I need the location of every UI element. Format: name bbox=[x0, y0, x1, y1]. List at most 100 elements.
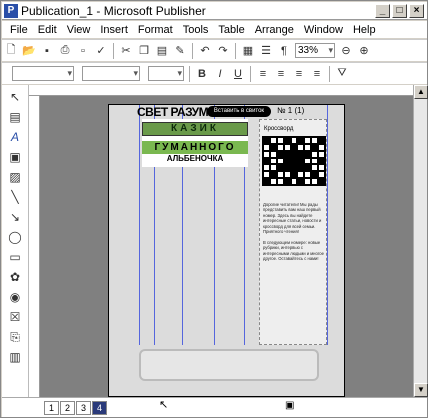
design-gallery-icon[interactable]: ▥ bbox=[7, 349, 23, 365]
window-title: Publication_1 - Microsoft Publisher bbox=[21, 3, 206, 18]
autoshapes-icon[interactable]: ✿ bbox=[7, 269, 23, 285]
window-controls: _ □ × bbox=[375, 4, 424, 18]
menu-insert[interactable]: Insert bbox=[95, 24, 133, 36]
copy-icon[interactable]: ❐ bbox=[136, 43, 152, 59]
format-painter-icon[interactable]: ✎ bbox=[172, 43, 188, 59]
menu-format[interactable]: Format bbox=[133, 24, 178, 36]
status-bar: 1 2 3 4 ↖ ▣ bbox=[2, 397, 427, 417]
scroll-down-button[interactable]: ▼ bbox=[414, 383, 428, 397]
paste-icon[interactable]: ▤ bbox=[154, 43, 170, 59]
line-icon[interactable]: ╲ bbox=[7, 189, 23, 205]
menu-bar: File Edit View Insert Format Tools Table… bbox=[2, 21, 427, 38]
vertical-scrollbar[interactable]: ▲ ▼ bbox=[413, 85, 428, 397]
masthead-text[interactable]: СВЕТ РАЗУМА bbox=[137, 105, 217, 119]
crossword-grid bbox=[262, 136, 326, 186]
close-button[interactable]: × bbox=[409, 4, 424, 18]
zoom-out-icon[interactable]: ⊖ bbox=[338, 43, 354, 59]
show-formatting-icon[interactable]: ¶ bbox=[276, 43, 292, 59]
column-guide bbox=[139, 105, 140, 345]
font-size-select[interactable] bbox=[148, 66, 184, 81]
align-right-icon[interactable]: ≡ bbox=[291, 66, 307, 82]
formatting-toolbar: B I U ≡ ≡ ≡ ≡ ⛛ bbox=[2, 62, 427, 84]
bold-icon[interactable]: B bbox=[194, 66, 210, 82]
align-left-icon[interactable]: ≡ bbox=[255, 66, 271, 82]
toolbar-separator bbox=[329, 65, 330, 82]
print-icon[interactable]: ⎙ bbox=[57, 43, 73, 59]
print-preview-icon[interactable]: ▫ bbox=[75, 43, 91, 59]
title-bar: P Publication_1 - Microsoft Publisher _ … bbox=[2, 2, 427, 20]
headline-line-1: КАЗИК bbox=[142, 122, 248, 136]
standard-toolbar: 🗋 📂 ▪ ⎙ ▫ ✓ ✂ ❐ ▤ ✎ ↶ ↷ ▦ ☰ ¶ 33% ⊖ ⊕ bbox=[2, 39, 427, 61]
toolbar-separator bbox=[189, 65, 190, 82]
page-4-button[interactable]: 4 bbox=[92, 401, 107, 415]
objects-toolbar: ↖ ▤ A ▣ ▨ ╲ ↘ ◯ ▭ ✿ ◉ ☒ ⎘ ▥ bbox=[2, 85, 29, 397]
align-center-icon[interactable]: ≡ bbox=[273, 66, 289, 82]
font-select[interactable] bbox=[82, 66, 140, 81]
select-icon[interactable]: ↖ bbox=[7, 89, 23, 105]
save-icon[interactable]: ▪ bbox=[39, 43, 55, 59]
justify-icon[interactable]: ≡ bbox=[309, 66, 325, 82]
open-icon[interactable]: 📂 bbox=[21, 43, 37, 59]
redo-icon[interactable]: ↷ bbox=[215, 43, 231, 59]
publisher-window: P Publication_1 - Microsoft Publisher _ … bbox=[0, 0, 428, 418]
insert-table-icon[interactable]: ▦ bbox=[240, 43, 256, 59]
underline-icon[interactable]: U bbox=[230, 66, 246, 82]
minimize-button[interactable]: _ bbox=[375, 4, 390, 18]
arrow-icon[interactable]: ↘ bbox=[7, 209, 23, 225]
headline-line-3: АЛЬБЕНОЧКА bbox=[166, 154, 224, 163]
cut-icon[interactable]: ✂ bbox=[118, 43, 134, 59]
menu-table[interactable]: Table bbox=[213, 24, 249, 36]
column-guide bbox=[327, 105, 328, 345]
vertical-ruler[interactable] bbox=[29, 96, 40, 397]
publication-page[interactable]: СВЕТ РАЗУМА Вставить в свиток № 1 (1) КА… bbox=[108, 104, 345, 397]
toolbar-separator bbox=[192, 42, 193, 59]
text-box-icon[interactable]: ▤ bbox=[7, 109, 23, 125]
body-text-2: В следующем номере: новые рубрики, интер… bbox=[263, 240, 324, 262]
menu-view[interactable]: View bbox=[62, 24, 96, 36]
menu-tools[interactable]: Tools bbox=[178, 24, 214, 36]
menu-edit[interactable]: Edit bbox=[33, 24, 62, 36]
style-select[interactable] bbox=[12, 66, 74, 81]
toolbar-separator bbox=[250, 65, 251, 82]
right-column-textbox[interactable]: Кроссворд Дорогие читатели! Мы рады пред… bbox=[259, 119, 327, 345]
picture-frame-icon[interactable]: ▣ bbox=[7, 149, 23, 165]
zoom-in-icon[interactable]: ⊕ bbox=[356, 43, 372, 59]
fill-color-icon[interactable]: ⛛ bbox=[334, 66, 350, 82]
maximize-button[interactable]: □ bbox=[392, 4, 407, 18]
hotspot-icon[interactable]: ◉ bbox=[7, 289, 23, 305]
crossword-title: Кроссворд bbox=[264, 126, 294, 132]
italic-icon[interactable]: I bbox=[212, 66, 228, 82]
page-2-button[interactable]: 2 bbox=[60, 401, 75, 415]
oval-icon[interactable]: ◯ bbox=[7, 229, 23, 245]
menu-window[interactable]: Window bbox=[299, 24, 348, 36]
page-1-button[interactable]: 1 bbox=[44, 401, 59, 415]
page-3-button[interactable]: 3 bbox=[76, 401, 91, 415]
new-icon[interactable]: 🗋 bbox=[3, 43, 19, 59]
menu-help[interactable]: Help bbox=[348, 24, 381, 36]
rectangle-icon[interactable]: ▭ bbox=[7, 249, 23, 265]
clip-art-icon[interactable]: ▨ bbox=[7, 169, 23, 185]
html-fragment-icon[interactable]: ⎘ bbox=[7, 329, 23, 345]
footer-textbox[interactable] bbox=[139, 349, 319, 381]
menu-file[interactable]: File bbox=[2, 24, 33, 36]
toolbar-separator bbox=[235, 42, 236, 59]
body-text-1: Дорогие читатели! Мы рады представить ва… bbox=[263, 202, 322, 235]
object-position-icon: ▣ bbox=[285, 400, 295, 411]
columns-icon[interactable]: ☰ bbox=[258, 43, 274, 59]
publisher-app-icon[interactable]: P bbox=[4, 3, 18, 18]
menu-arrange[interactable]: Arrange bbox=[250, 24, 299, 36]
form-control-icon[interactable]: ☒ bbox=[7, 309, 23, 325]
spelling-icon[interactable]: ✓ bbox=[93, 43, 109, 59]
page-navigator: 1 2 3 4 bbox=[44, 401, 107, 415]
horizontal-ruler[interactable] bbox=[29, 85, 413, 96]
zoom-select[interactable]: 33% bbox=[295, 43, 335, 58]
issue-number[interactable]: № 1 (1) bbox=[277, 106, 304, 115]
headline-block[interactable]: КАЗИК ГУМАННОГО АЛЬБЕНОЧКА bbox=[142, 119, 248, 167]
tooltip: Вставить в свиток bbox=[207, 106, 271, 117]
mouse-cursor-icon: ↖ bbox=[159, 399, 169, 411]
toolbar-separator bbox=[113, 42, 114, 59]
undo-icon[interactable]: ↶ bbox=[197, 43, 213, 59]
headline-line-2: ГУМАННОГО bbox=[142, 141, 248, 154]
scroll-up-button[interactable]: ▲ bbox=[414, 85, 428, 99]
word-art-icon[interactable]: A bbox=[7, 129, 23, 145]
